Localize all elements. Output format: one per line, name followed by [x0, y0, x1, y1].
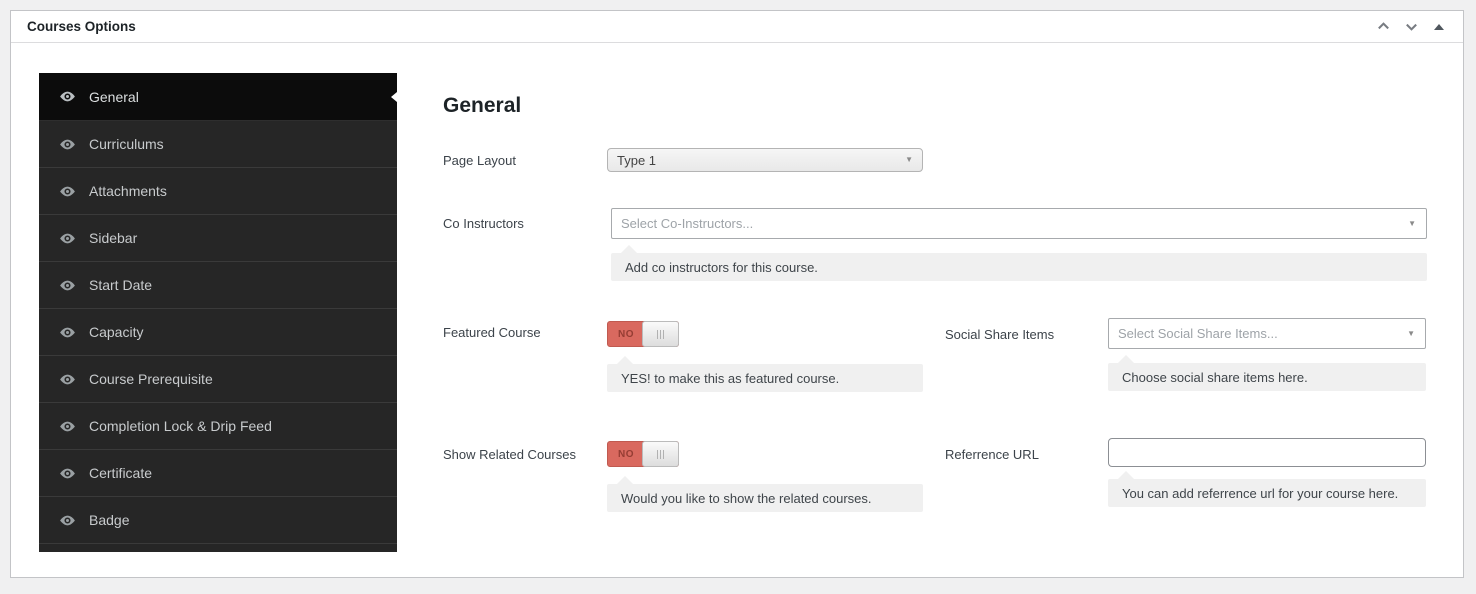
show-related-courses-label: Show Related Courses	[443, 447, 576, 462]
grip-icon	[657, 330, 658, 339]
grip-icon	[663, 450, 664, 459]
toggle-off-label: NO	[608, 322, 644, 346]
courses-options-metabox: Courses Options General Curri	[10, 10, 1464, 578]
social-share-items-select[interactable]: ▼	[1108, 318, 1426, 349]
featured-course-label: Featured Course	[443, 325, 541, 340]
reference-url-label: Referrence URL	[945, 447, 1039, 462]
social-share-items-help: Choose social share items here.	[1108, 363, 1426, 391]
reference-url-input[interactable]	[1108, 438, 1426, 467]
co-instructors-select[interactable]: ▼	[611, 208, 1427, 239]
toggle-handle[interactable]	[642, 321, 679, 347]
dropdown-caret-icon: ▼	[905, 156, 913, 164]
featured-course-toggle[interactable]: NO	[607, 321, 679, 347]
section-heading: General	[443, 94, 521, 118]
toggle-handle[interactable]	[642, 441, 679, 467]
co-instructors-help: Add co instructors for this course.	[611, 253, 1427, 281]
social-share-items-input[interactable]	[1109, 319, 1425, 348]
dropdown-caret-icon: ▼	[1407, 330, 1415, 338]
page-layout-select[interactable]: Type 1 ▼	[607, 148, 923, 172]
toggle-off-label: NO	[608, 442, 644, 466]
co-instructors-input[interactable]	[612, 209, 1426, 238]
grip-icon	[663, 330, 664, 339]
page-layout-label: Page Layout	[443, 153, 516, 168]
tab-content-general: General Page Layout Type 1 ▼ Co Instruct…	[11, 11, 1463, 577]
co-instructors-label: Co Instructors	[443, 216, 524, 231]
grip-icon	[657, 450, 658, 459]
show-related-courses-toggle[interactable]: NO	[607, 441, 679, 467]
grip-icon	[660, 330, 661, 339]
grip-icon	[660, 450, 661, 459]
featured-course-help: YES! to make this as featured course.	[607, 364, 923, 392]
dropdown-caret-icon: ▼	[1408, 220, 1416, 228]
show-related-courses-help: Would you like to show the related cours…	[607, 484, 923, 512]
reference-url-help: You can add referrence url for your cour…	[1108, 479, 1426, 507]
social-share-items-label: Social Share Items	[945, 327, 1054, 342]
page-layout-selected-value: Type 1	[617, 153, 656, 168]
